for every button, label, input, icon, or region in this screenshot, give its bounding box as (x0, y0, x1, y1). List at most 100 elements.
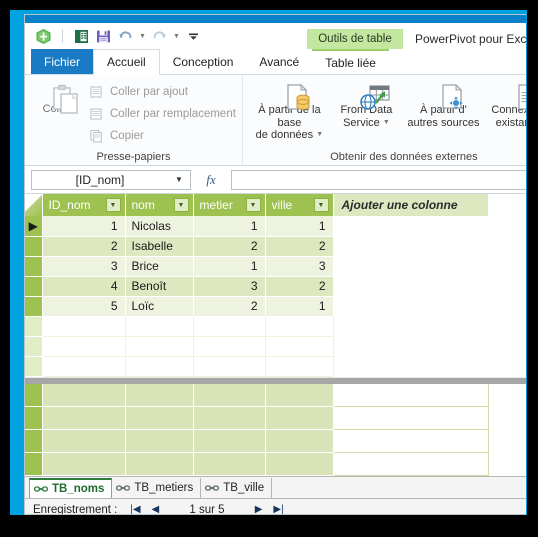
row-selector[interactable] (25, 336, 43, 357)
cell-add-column[interactable] (333, 429, 489, 453)
cell-empty[interactable] (265, 383, 334, 407)
filter-dropdown-icon[interactable]: ▼ (313, 198, 329, 212)
cell-empty[interactable] (193, 383, 266, 407)
cell-nom[interactable]: Nicolas (125, 216, 194, 237)
cell-add-column[interactable] (333, 383, 489, 407)
column-header-id-nom[interactable]: ID_nom ▼ (42, 194, 126, 216)
cell-add-column[interactable] (333, 256, 489, 277)
cell-empty[interactable] (42, 316, 126, 337)
cell-empty[interactable] (42, 406, 126, 430)
next-record-button[interactable]: ▶ (249, 504, 269, 514)
cell-empty[interactable] (193, 429, 266, 453)
tab-conception[interactable]: Conception (160, 49, 247, 74)
cell-metier[interactable]: 2 (193, 236, 266, 257)
cell-add-column[interactable] (333, 236, 489, 257)
coller-par-remplacement-button[interactable]: Coller par remplacement (87, 103, 236, 125)
cell-add-column[interactable] (333, 216, 489, 237)
cell-nom[interactable]: Loïc (125, 296, 194, 317)
cell-empty[interactable] (42, 429, 126, 453)
cell-metier[interactable]: 1 (193, 256, 266, 277)
cell-id-nom[interactable]: 5 (42, 296, 126, 317)
chevron-down-icon[interactable]: ▼ (168, 175, 190, 184)
chevron-down-icon[interactable]: ▼ (383, 119, 390, 126)
a-partir-autres-sources-button[interactable]: À partir d' autres sources (405, 79, 482, 149)
cell-empty[interactable] (193, 336, 266, 357)
row-selector[interactable] (25, 383, 43, 407)
name-box[interactable]: [ID_nom] ▼ (31, 169, 191, 190)
filter-dropdown-icon[interactable]: ▼ (173, 198, 189, 212)
cell-add-column[interactable] (333, 336, 489, 357)
cell-empty[interactable] (125, 356, 194, 377)
row-selector[interactable] (25, 316, 43, 337)
row-selector[interactable] (25, 406, 43, 430)
cell-empty[interactable] (42, 336, 126, 357)
tab-accueil[interactable]: Accueil (93, 49, 160, 75)
row-selector[interactable]: ▶ (25, 216, 43, 237)
cell-empty[interactable] (193, 452, 266, 476)
cell-empty[interactable] (193, 316, 266, 337)
cell-empty[interactable] (125, 336, 194, 357)
cell-empty[interactable] (265, 356, 334, 377)
undo-icon[interactable] (117, 28, 134, 45)
cell-add-column[interactable] (333, 356, 489, 377)
formula-input[interactable] (231, 169, 526, 190)
redo-icon[interactable] (151, 28, 168, 45)
cell-nom[interactable]: Brice (125, 256, 194, 277)
cell-empty[interactable] (265, 316, 334, 337)
a-partir-base-donnees-button[interactable]: À partir de la base de données ▼ (251, 79, 328, 149)
redo-dropdown-icon[interactable]: ▼ (173, 33, 180, 40)
select-all-corner[interactable] (25, 194, 43, 216)
row-selector[interactable] (25, 296, 43, 317)
from-data-service-button[interactable]: From Data Service ▼ (328, 79, 405, 149)
cell-add-column[interactable] (333, 406, 489, 430)
cell-empty[interactable] (265, 429, 334, 453)
filter-dropdown-icon[interactable]: ▼ (105, 198, 121, 212)
cell-empty[interactable] (125, 452, 194, 476)
cell-empty[interactable] (42, 356, 126, 377)
row-selector[interactable] (25, 429, 43, 453)
column-header-ville[interactable]: ville ▼ (265, 194, 334, 216)
row-selector[interactable] (25, 276, 43, 297)
cell-empty[interactable] (125, 406, 194, 430)
coller-par-ajout-button[interactable]: Coller par ajout (87, 81, 236, 103)
sheet-tab-tb-ville[interactable]: TB_ville (201, 478, 273, 498)
row-selector[interactable] (25, 452, 43, 476)
cell-empty[interactable] (265, 336, 334, 357)
customize-qat-icon[interactable] (185, 28, 202, 45)
cell-metier[interactable]: 3 (193, 276, 266, 297)
connexions-existantes-button[interactable]: Connexions existantes (482, 79, 526, 149)
cell-empty[interactable] (193, 356, 266, 377)
cell-ville[interactable]: 1 (265, 296, 334, 317)
tab-avance[interactable]: Avancé (246, 49, 312, 74)
column-header-nom[interactable]: nom ▼ (125, 194, 194, 216)
copier-button[interactable]: Copier (87, 125, 236, 147)
cell-add-column[interactable] (333, 316, 489, 337)
cell-empty[interactable] (193, 406, 266, 430)
tab-table-liee[interactable]: Table liée (312, 49, 389, 74)
sheet-tab-tb-metiers[interactable]: TB_metiers (112, 478, 202, 498)
pane-splitter[interactable] (25, 376, 526, 384)
powerpivot-icon[interactable] (35, 28, 52, 45)
last-record-button[interactable]: ▶| (269, 504, 289, 514)
sheet-tab-tb-noms[interactable]: TB_noms (29, 478, 113, 498)
tab-fichier[interactable]: Fichier (31, 49, 94, 74)
excel-icon[interactable] (73, 28, 90, 45)
cell-id-nom[interactable]: 1 (42, 216, 126, 237)
cell-ville[interactable]: 2 (265, 276, 334, 297)
cell-empty[interactable] (265, 406, 334, 430)
undo-dropdown-icon[interactable]: ▼ (139, 33, 146, 40)
cell-id-nom[interactable]: 4 (42, 276, 126, 297)
cell-empty[interactable] (125, 429, 194, 453)
cell-empty[interactable] (125, 316, 194, 337)
column-header-metier[interactable]: metier ▼ (193, 194, 266, 216)
filter-dropdown-icon[interactable]: ▼ (245, 198, 261, 212)
cell-metier[interactable]: 1 (193, 216, 266, 237)
cell-metier[interactable]: 2 (193, 296, 266, 317)
cell-id-nom[interactable]: 3 (42, 256, 126, 277)
previous-record-button[interactable]: ◀ (145, 504, 165, 514)
cell-add-column[interactable] (333, 276, 489, 297)
cell-ville[interactable]: 1 (265, 216, 334, 237)
cell-id-nom[interactable]: 2 (42, 236, 126, 257)
cell-empty[interactable] (265, 452, 334, 476)
cell-nom[interactable]: Isabelle (125, 236, 194, 257)
